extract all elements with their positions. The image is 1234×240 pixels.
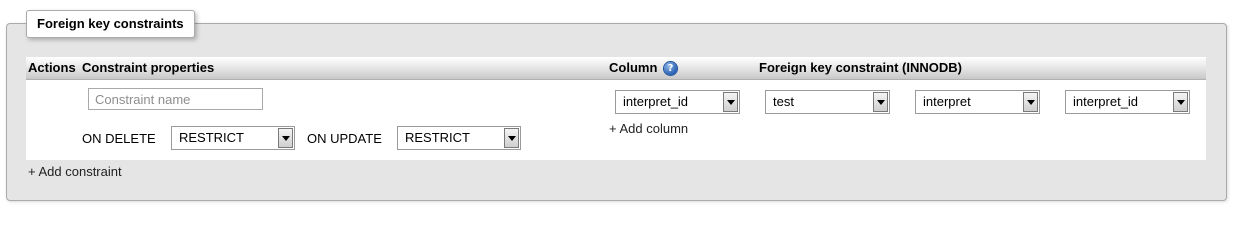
table-header: Actions Constraint properties Column ? F… [26,57,1206,80]
ref-column-select[interactable]: interpret_id [1065,90,1190,114]
column-select[interactable]: interpret_id [615,90,740,114]
chevron-down-icon [723,92,738,112]
chevron-down-icon [1173,92,1188,112]
add-constraint-link[interactable]: + Add constraint [28,164,122,179]
column-value: interpret_id [623,94,689,109]
add-column-link[interactable]: + Add column [609,121,688,136]
chevron-down-icon [278,128,293,148]
ref-database-select[interactable]: test [765,90,890,114]
constraint-name-input[interactable] [88,88,263,110]
header-constraint-properties: Constraint properties [82,60,215,75]
header-actions: Actions [28,60,76,75]
chevron-down-icon [504,128,519,148]
help-icon[interactable]: ? [664,62,677,75]
on-delete-select[interactable]: RESTRICT [171,126,295,150]
on-delete-value: RESTRICT [179,130,244,145]
on-update-select[interactable]: RESTRICT [397,126,521,150]
foreign-key-fieldset: Actions Constraint properties Column ? F… [6,23,1227,201]
on-update-label: ON UPDATE [307,131,382,146]
table-row: ON DELETE RESTRICT ON UPDATE RESTRICT in… [26,80,1206,160]
ref-database-value: test [773,94,794,109]
on-update-value: RESTRICT [405,130,470,145]
chevron-down-icon [1023,92,1038,112]
header-fk-constraint: Foreign key constraint (INNODB) [759,60,962,75]
on-delete-label: ON DELETE [82,131,156,146]
fieldset-legend: Foreign key constraints [26,10,195,38]
header-column: Column [609,60,658,75]
ref-table-select[interactable]: interpret [915,90,1040,114]
chevron-down-icon [873,92,888,112]
ref-table-value: interpret [923,94,971,109]
ref-column-value: interpret_id [1073,94,1139,109]
